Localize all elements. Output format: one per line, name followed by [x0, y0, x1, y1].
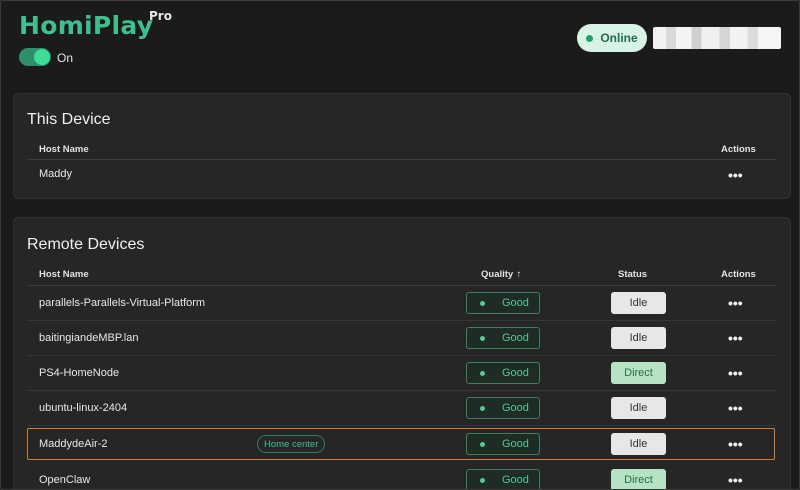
home-center-tag: Home center: [257, 435, 326, 453]
row-actions-menu-icon[interactable]: •••: [728, 366, 743, 380]
row-actions-menu-icon[interactable]: •••: [728, 296, 743, 310]
column-header-quality[interactable]: Quality ↑: [481, 269, 521, 280]
row-actions-menu-icon[interactable]: •••: [728, 331, 743, 345]
column-header-status: Status: [618, 269, 648, 280]
status-badge: Idle: [611, 292, 666, 314]
quality-label: Good: [502, 297, 529, 309]
status-badge: Direct: [611, 469, 666, 489]
power-label: On: [57, 51, 74, 65]
row-actions-menu-icon[interactable]: •••: [728, 473, 743, 487]
row-divider: [27, 425, 777, 426]
quality-dot-icon: [480, 477, 485, 483]
brand: HomiPlay Pro: [19, 9, 172, 40]
host-name-cell: MaddydeAir-2: [39, 438, 108, 450]
host-name-cell: parallels-Parallels-Virtual-Platform: [39, 297, 206, 309]
sort-ascending-icon: ↑: [516, 269, 522, 280]
quality-badge: Good: [466, 362, 540, 384]
app-logo-text: HomiPlay: [19, 11, 154, 40]
quality-label: Good: [502, 402, 529, 414]
connection-status-label: Online: [600, 31, 638, 45]
status-badge: Idle: [611, 397, 666, 419]
quality-badge: Good: [466, 469, 540, 489]
remote-devices-title: Remote Devices: [27, 236, 145, 253]
row-actions-menu-icon[interactable]: •••: [728, 401, 743, 415]
status-badge: Direct: [611, 362, 666, 384]
online-dot-icon: [586, 34, 594, 42]
host-name-cell: Maddy: [39, 168, 73, 180]
host-name-cell: baitingiandeMBP.lan: [39, 332, 139, 344]
quality-dot-icon: [480, 405, 485, 411]
quality-badge: Good: [466, 327, 540, 349]
remote-devices-card: Remote Devices Host Name Quality ↑ Status…: [13, 217, 791, 489]
table-row[interactable]: ubuntu-linux-2404 Good Idle •••: [27, 391, 777, 426]
host-name-cell: OpenClaw: [39, 474, 91, 486]
quality-badge: Good: [466, 433, 540, 455]
column-header-host-name: Host Name: [39, 144, 89, 155]
table-header-divider: [27, 159, 777, 160]
toggle-knob: [34, 49, 50, 65]
row-actions-menu-icon[interactable]: •••: [728, 168, 743, 182]
this-device-card: This Device Host Name Actions Maddy •••: [13, 93, 791, 199]
column-header-actions: Actions: [721, 144, 756, 155]
app-header: HomiPlay Pro On Online: [1, 1, 799, 81]
quality-label: Good: [502, 438, 529, 450]
status-badge: Idle: [611, 433, 666, 455]
quality-label: Good: [502, 474, 529, 486]
table-row[interactable]: PS4-HomeNode Good Direct •••: [27, 356, 777, 391]
quality-label: Good: [502, 367, 529, 379]
redacted-account-info: [653, 27, 781, 49]
this-device-title: This Device: [27, 111, 111, 128]
quality-header-label: Quality: [481, 269, 514, 280]
quality-dot-icon: [480, 335, 485, 341]
quality-dot-icon: [480, 300, 485, 306]
row-actions-menu-icon[interactable]: •••: [728, 437, 743, 451]
host-name-cell: ubuntu-linux-2404: [39, 402, 128, 414]
column-header-host-name: Host Name: [39, 269, 89, 280]
quality-badge: Good: [466, 292, 540, 314]
quality-dot-icon: [480, 370, 485, 376]
quality-dot-icon: [480, 441, 485, 447]
edition-label: Pro: [149, 9, 172, 23]
table-row[interactable]: parallels-Parallels-Virtual-Platform Goo…: [27, 286, 777, 321]
status-badge: Idle: [611, 327, 666, 349]
column-header-actions: Actions: [721, 269, 756, 280]
app-window: HomiPlay Pro On Online This Device Host …: [0, 0, 800, 490]
quality-label: Good: [502, 332, 529, 344]
quality-badge: Good: [466, 397, 540, 419]
host-name-cell: PS4-HomeNode: [39, 367, 120, 379]
table-row[interactable]: baitingiandeMBP.lan Good Idle •••: [27, 321, 777, 356]
table-row[interactable]: OpenClaw Good Direct •••: [27, 463, 777, 489]
connection-status-badge[interactable]: Online: [577, 24, 647, 52]
table-row-selected[interactable]: MaddydeAir-2 Home center Good Idle •••: [27, 427, 777, 462]
power-toggle[interactable]: [19, 48, 51, 66]
